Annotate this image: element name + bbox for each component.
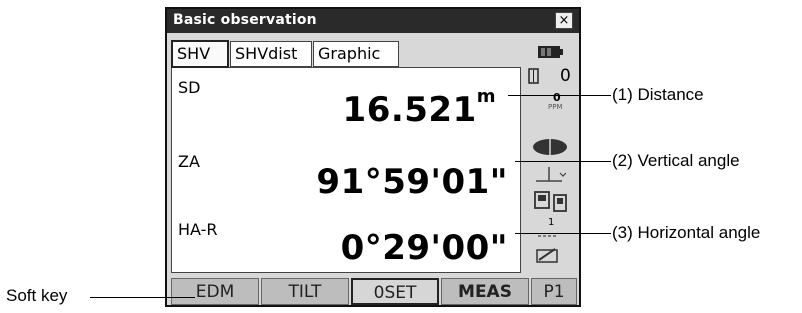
tab-shvdist[interactable]: SHVdist (230, 41, 312, 67)
0set-softkey[interactable]: 0SET (351, 278, 439, 305)
title-bar: Basic observation × (167, 9, 579, 33)
za-value: 91°59'01" (316, 162, 508, 202)
battery-icon (538, 46, 563, 58)
target-icon (533, 139, 567, 155)
distance-leader-line (508, 95, 611, 96)
vertical-leader-line (515, 161, 611, 162)
observation-panel: SD 16.521m ZA 91°59'01" HA-R 0°29'00" (171, 67, 521, 273)
ppm-label: PPM (548, 103, 563, 111)
close-button[interactable]: × (555, 12, 573, 29)
window-title: Basic observation (173, 12, 317, 28)
softkey-callout: Soft key (6, 286, 68, 305)
tilt-softkey[interactable]: TILT (261, 278, 349, 305)
horizontal-leader-line (515, 233, 611, 234)
device-screen: Basic observation × SHV SHVdist Graphic … (165, 7, 581, 307)
meas-softkey[interactable]: MEAS (441, 278, 529, 305)
sd-label: SD (178, 78, 201, 97)
tab-shv[interactable]: SHV (171, 40, 229, 68)
input-mode-icon (536, 248, 558, 263)
channel-number: 1 (548, 217, 555, 228)
softkey-leader-line (90, 297, 195, 298)
p1-softkey[interactable]: P1 (531, 278, 577, 305)
horizontal-callout: (3) Horizontal angle (612, 223, 761, 242)
tilt-icon (536, 167, 566, 182)
softkey-bar: EDM TILT 0SET MEAS P1 (171, 278, 577, 305)
har-value: 0°29'00" (340, 228, 508, 268)
edm-softkey[interactable]: EDM (171, 278, 259, 305)
prism-icon (528, 68, 539, 84)
sd-unit: m (476, 86, 496, 107)
sd-number: 16.521 (342, 90, 477, 130)
prism-constant: 0 (560, 66, 571, 86)
har-label: HA-R (178, 220, 218, 239)
communication-icon (534, 191, 567, 212)
sd-value: 16.521m (342, 86, 496, 130)
vertical-callout: (2) Vertical angle (612, 151, 740, 170)
distance-callout: (1) Distance (612, 85, 704, 104)
za-label: ZA (178, 152, 200, 171)
tab-graphic[interactable]: Graphic (313, 41, 399, 67)
status-column: 0 0 PPM 1 (524, 39, 576, 273)
